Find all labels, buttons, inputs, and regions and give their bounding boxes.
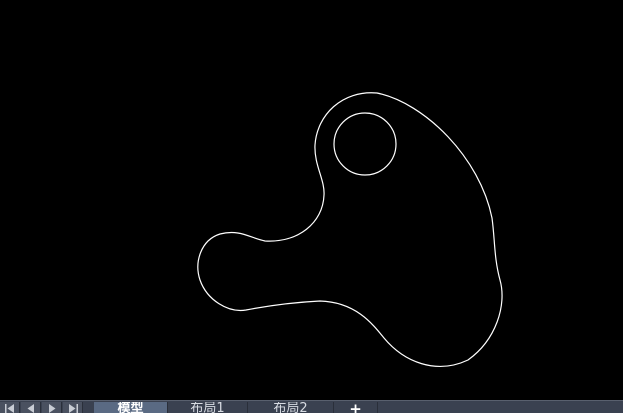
first-icon — [5, 404, 14, 413]
last-icon — [69, 404, 78, 413]
add-layout-button[interactable]: + — [334, 402, 378, 413]
add-layout-label: + — [349, 400, 362, 413]
bore-hole — [333, 112, 397, 176]
model-space-canvas[interactable] — [0, 0, 623, 400]
first-layout-button[interactable] — [0, 402, 20, 413]
tab-layout1-label: 布局1 — [190, 402, 225, 413]
tab-model-label: 模型 — [117, 402, 144, 413]
next-layout-button[interactable] — [42, 402, 62, 413]
drawing-svg — [197, 92, 503, 367]
tab-layout1[interactable]: 布局1 — [168, 402, 248, 413]
cad-window: 模型 布局1 布局2 + — [0, 0, 623, 413]
prev-icon — [27, 404, 34, 413]
tab-layout2-label: 布局2 — [273, 402, 308, 413]
tab-layout2[interactable]: 布局2 — [248, 402, 334, 413]
tab-model[interactable]: 模型 — [94, 402, 168, 413]
last-layout-button[interactable] — [63, 402, 83, 413]
prev-layout-button[interactable] — [21, 402, 41, 413]
cam-outline — [197, 92, 503, 367]
next-icon — [49, 404, 56, 413]
layout-tab-bar: 模型 布局1 布局2 + — [0, 400, 623, 413]
